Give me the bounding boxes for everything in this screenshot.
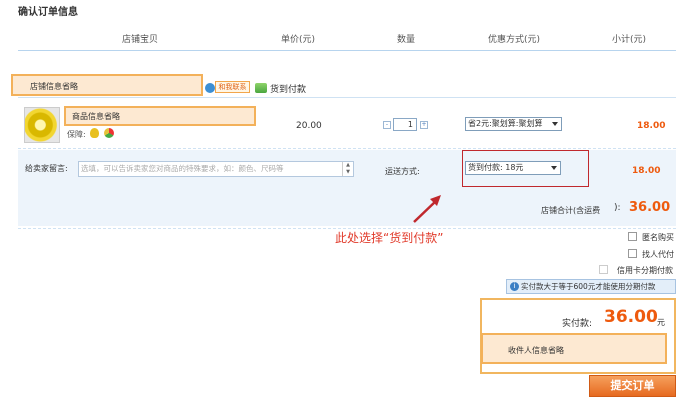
unit-price: 20.00 — [296, 121, 322, 131]
shop-info-box: 店铺信息省略 — [11, 74, 203, 96]
chevron-down-icon — [551, 166, 557, 170]
header-unit-price: 单价(元) — [281, 35, 316, 45]
header-subtotal: 小计(元) — [612, 35, 647, 45]
shop-info-text: 店铺信息省略 — [30, 82, 78, 91]
chevron-down-icon — [552, 122, 558, 126]
proxy-pay-label: 找人代付 — [642, 250, 674, 259]
payment-unit: 元 — [657, 318, 665, 327]
header-discount: 优惠方式(元) — [488, 35, 541, 45]
recipient-info-text: 收件人信息省略 — [508, 346, 564, 355]
guarantee-badge-icon[interactable] — [90, 128, 99, 138]
submit-order-button[interactable]: 提交订单 — [589, 375, 676, 397]
qty-decrease-button[interactable]: - — [383, 121, 391, 129]
recipient-info-box: 收件人信息省略 — [481, 333, 667, 364]
shipping-select[interactable]: 货到付款: 18元 — [465, 161, 561, 175]
divider — [18, 228, 676, 229]
contact-seller-button[interactable]: 和我联系 — [215, 81, 250, 93]
installment-label: 信用卡分期付款 — [617, 266, 673, 275]
anonymous-label: 匿名购买 — [642, 233, 674, 242]
shop-total-colon: ): — [614, 203, 621, 213]
proxy-pay-checkbox[interactable] — [628, 249, 637, 258]
message-input[interactable]: 选填，可以告诉卖家您对商品的特殊要求，如：颜色、尺码等 — [78, 161, 354, 177]
header-quantity: 数量 — [397, 35, 416, 45]
installment-checkbox[interactable] — [599, 265, 608, 274]
cod-icon — [255, 83, 267, 93]
shipping-label: 运送方式: — [385, 167, 420, 176]
return-badge-icon[interactable] — [104, 128, 114, 138]
shipping-selected-text: 货到付款: 18元 — [468, 163, 524, 172]
shipping-subtotal: 18.00 — [632, 166, 661, 176]
installment-info-bar: i 实付款大于等于600元才能使用分期付款 — [506, 279, 676, 294]
shop-total-value: 36.00 — [629, 200, 671, 215]
payment-label: 实付款: — [562, 319, 593, 329]
shop-total-label: 店铺合计(含运费 — [541, 206, 601, 215]
product-thumbnail[interactable] — [24, 107, 60, 143]
annotation-arrow-icon — [413, 195, 441, 223]
wangwang-icon[interactable] — [205, 83, 215, 93]
discount-select[interactable]: 省2元:聚划算:聚划算 — [465, 117, 562, 131]
qty-increase-button[interactable]: + — [420, 121, 428, 129]
table-header: 店铺宝贝 单价(元) 数量 优惠方式(元) 小计(元) — [18, 25, 676, 51]
item-subtotal: 18.00 — [637, 121, 666, 131]
info-bar-text: 实付款大于等于600元才能使用分期付款 — [521, 282, 656, 291]
goods-info-text: 商品信息省略 — [72, 112, 120, 121]
info-icon: i — [510, 282, 519, 291]
goods-info-box: 商品信息省略 — [64, 106, 256, 126]
message-label: 给卖家留言: — [25, 164, 68, 173]
message-scrollbar[interactable]: ▲ ▼ — [342, 162, 353, 176]
cod-label: 货到付款 — [270, 85, 307, 95]
page-title: 确认订单信息 — [18, 7, 78, 18]
quantity-input[interactable]: 1 — [393, 118, 417, 131]
header-shop-item: 店铺宝贝 — [122, 35, 159, 45]
payment-value: 36.00 — [604, 307, 658, 327]
discount-selected-text: 省2元:聚划算:聚划算 — [468, 119, 543, 128]
anonymous-checkbox[interactable] — [628, 232, 637, 241]
annotation-text: 此处选择“货到付款” — [335, 231, 444, 245]
guarantee-label: 保障: — [67, 130, 86, 139]
